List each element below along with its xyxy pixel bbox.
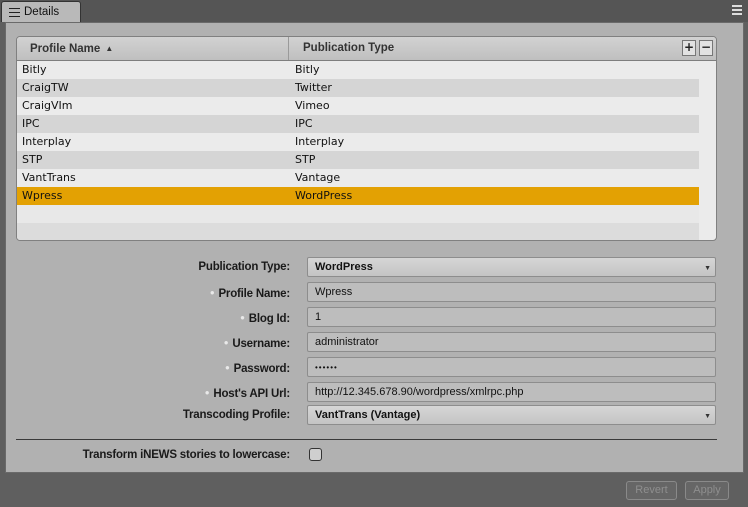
- form-row-publication-type: Publication Type: WordPress ▼: [6, 257, 745, 278]
- table-row[interactable]: CraigVIm Vimeo: [17, 97, 699, 115]
- api-url-label: ● Host's API Url:: [204, 388, 290, 400]
- table-row[interactable]: IPC IPC: [17, 115, 699, 133]
- form-row-transcoding-profile: Transcoding Profile: VantTrans (Vantage)…: [6, 405, 745, 426]
- publication-type-cell: WordPress: [295, 189, 353, 202]
- table-row[interactable]: Interplay Interplay: [17, 133, 699, 151]
- transcoding-profile-select[interactable]: VantTrans (Vantage) ▼: [307, 405, 716, 425]
- api-url-input[interactable]: http://12.345.678.90/wordpress/xmlrpc.ph…: [307, 382, 716, 402]
- publication-type-select[interactable]: WordPress ▼: [307, 257, 716, 277]
- apply-button[interactable]: Apply: [685, 481, 729, 500]
- profile-name-cell: Bitly: [22, 63, 47, 76]
- form-row-username: ● Username: administrator: [6, 332, 745, 353]
- username-label: ● Username:: [223, 338, 290, 350]
- required-dot-icon: ●: [225, 363, 230, 372]
- profile-name-cell: Interplay: [22, 135, 72, 148]
- form-row-blog-id: ● Blog Id: 1: [6, 307, 745, 328]
- table-row[interactable]: VantTrans Vantage: [17, 169, 699, 187]
- table-header: Profile Name ▲ Publication Type + −: [17, 37, 716, 61]
- form-row-lowercase: Transform iNEWS stories to lowercase:: [6, 445, 745, 466]
- table-row[interactable]: Wpress WordPress: [17, 187, 699, 205]
- blog-id-input[interactable]: 1: [307, 307, 716, 327]
- profile-name-label: ● Profile Name:: [209, 288, 290, 300]
- password-label: ● Password:: [225, 363, 290, 375]
- lowercase-checkbox[interactable]: [309, 448, 322, 461]
- lowercase-label: Transform iNEWS stories to lowercase:: [82, 449, 291, 461]
- dropdown-arrow-icon: ▼: [704, 265, 711, 272]
- profile-name-input[interactable]: Wpress: [307, 282, 716, 302]
- panel-menu-icon[interactable]: [732, 5, 742, 15]
- tab-details[interactable]: Details: [1, 1, 81, 22]
- section-divider: [16, 439, 717, 440]
- publication-type-cell: STP: [295, 153, 316, 166]
- publication-type-cell: Vimeo: [295, 99, 330, 112]
- empty-row: [17, 205, 699, 223]
- publication-type-cell: Twitter: [295, 81, 332, 94]
- publication-type-cell: Interplay: [295, 135, 345, 148]
- profile-name-cell: Wpress: [22, 189, 63, 202]
- password-input[interactable]: ••••••: [307, 357, 716, 377]
- profile-name-cell: VantTrans: [22, 171, 76, 184]
- publication-type-label: Publication Type:: [198, 261, 290, 273]
- profile-name-cell: IPC: [22, 117, 40, 130]
- publication-type-cell: Bitly: [295, 63, 320, 76]
- table-body: Bitly Bitly CraigTW Twitter CraigVIm Vimeo IPC…: [17, 61, 716, 240]
- form-row-profile-name: ● Profile Name: Wpress: [6, 282, 745, 303]
- required-dot-icon: ●: [209, 288, 215, 297]
- required-dot-icon: ●: [223, 338, 229, 347]
- required-dot-icon: ●: [240, 313, 245, 322]
- dropdown-arrow-icon: ▼: [704, 413, 711, 420]
- sort-ascending-icon: ▲: [105, 44, 114, 53]
- transcoding-profile-label: Transcoding Profile:: [182, 409, 290, 421]
- profile-name-cell: CraigTW: [22, 81, 69, 94]
- revert-button[interactable]: Revert: [626, 481, 677, 500]
- publication-type-cell: IPC: [295, 117, 313, 130]
- table-row[interactable]: STP STP: [17, 151, 699, 169]
- profiles-table: Profile Name ▲ Publication Type + − Bitly…: [16, 36, 717, 241]
- add-profile-button[interactable]: +: [682, 40, 696, 56]
- remove-profile-button[interactable]: −: [699, 40, 713, 56]
- table-row[interactable]: Bitly Bitly: [17, 61, 699, 79]
- required-dot-icon: ●: [204, 388, 210, 397]
- list-icon: [9, 7, 20, 17]
- table-row[interactable]: CraigTW Twitter: [17, 79, 699, 97]
- column-header-profile-name[interactable]: Profile Name ▲: [17, 37, 289, 60]
- empty-row: [17, 223, 699, 240]
- profile-name-cell: CraigVIm: [22, 99, 73, 112]
- blog-id-label: ● Blog Id:: [240, 313, 290, 325]
- form-row-password: ● Password: ••••••: [6, 357, 745, 378]
- publication-type-cell: Vantage: [295, 171, 341, 184]
- username-input[interactable]: administrator: [307, 332, 716, 352]
- tab-details-label: Details: [24, 6, 60, 18]
- tab-bar: Details: [0, 0, 748, 22]
- column-header-publication-type[interactable]: Publication Type: [290, 37, 680, 60]
- form-row-api-url: ● Host's API Url: http://12.345.678.90/wo…: [6, 382, 745, 403]
- profile-name-cell: STP: [22, 153, 43, 166]
- details-panel: Profile Name ▲ Publication Type + − Bitly…: [5, 22, 744, 473]
